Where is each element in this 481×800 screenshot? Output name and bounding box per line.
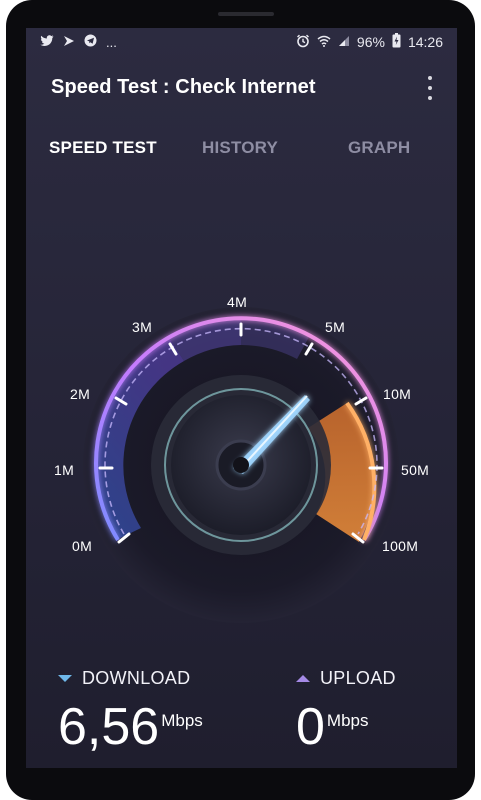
phone-speaker [218, 12, 274, 16]
gauge-label-3m: 3M [132, 319, 153, 335]
gauge-label-2m: 2M [70, 386, 91, 402]
upload-metric: UPLOAD 0 Mbps [296, 668, 396, 755]
download-unit: Mbps [161, 711, 203, 730]
upload-label: UPLOAD [320, 668, 396, 688]
download-value: 6,56 [58, 698, 160, 756]
upload-arrow-icon [296, 675, 310, 682]
download-label-row: DOWNLOAD [58, 668, 203, 689]
download-metric: DOWNLOAD 6,56 Mbps [58, 668, 203, 755]
gauge-label-0m: 0M [72, 538, 93, 554]
gauge-label-4m: 4M [227, 294, 248, 310]
app-screen: ... 96% 14:26 Speed Test : Check Interne… [26, 28, 457, 768]
download-arrow-icon [58, 675, 72, 682]
gauge-label-1m: 1M [54, 462, 75, 478]
upload-unit: Mbps [326, 711, 369, 730]
gauge-label-5m: 5M [325, 319, 346, 335]
upload-value: 0 [296, 698, 325, 756]
gauge-label-10m: 10M [383, 386, 412, 402]
gauge-label-100m: 100M [382, 538, 419, 554]
download-label: DOWNLOAD [82, 668, 191, 688]
gauge-label-50m: 50M [401, 462, 430, 478]
upload-label-row: UPLOAD [296, 668, 396, 689]
upload-value-row: 0 Mbps [296, 693, 396, 755]
download-value-row: 6,56 Mbps [58, 693, 203, 755]
